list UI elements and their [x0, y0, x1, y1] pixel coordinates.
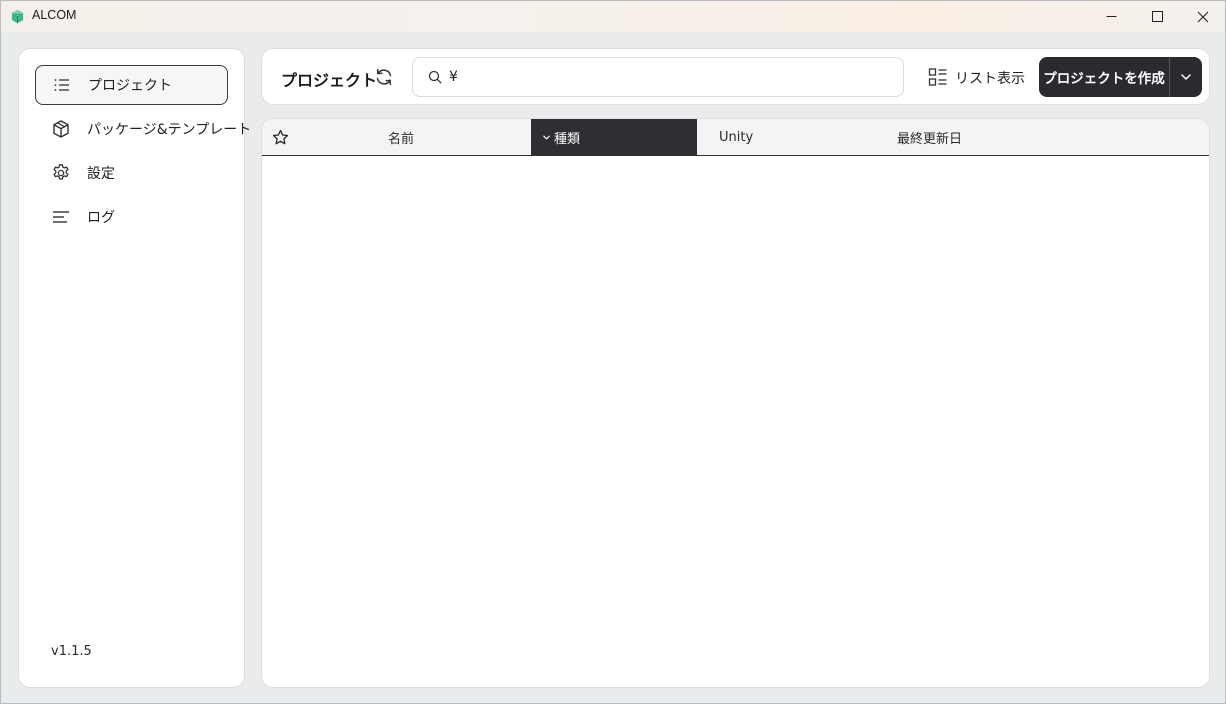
column-header-label: 種類	[554, 131, 581, 147]
list-icon	[52, 75, 72, 95]
search-input[interactable]	[449, 66, 889, 88]
refresh-icon	[376, 68, 392, 86]
search-icon	[428, 70, 442, 84]
view-mode-label: リスト表示	[955, 71, 1025, 87]
star-icon	[272, 129, 288, 144]
app-version: v1.1.5	[51, 644, 92, 659]
sort-desc-icon	[542, 133, 551, 142]
sidebar-item-logs[interactable]: ログ	[35, 197, 228, 237]
sidebar-item-projects[interactable]: プロジェクト	[35, 65, 228, 105]
list-view-icon	[928, 68, 947, 86]
sidebar-item-settings[interactable]: 設定	[35, 153, 228, 193]
column-header-unity[interactable]: Unity	[719, 119, 753, 155]
chevron-down-icon	[1181, 74, 1191, 80]
maximize-icon	[1151, 11, 1163, 22]
package-icon	[51, 119, 71, 139]
maximize-button[interactable]	[1134, 1, 1180, 32]
column-header-name[interactable]: 名前	[388, 119, 414, 155]
title-bar[interactable]: ALCOM	[1, 1, 1225, 32]
column-header-type[interactable]: 種類	[531, 119, 697, 155]
create-project-button[interactable]: プロジェクトを作成	[1039, 57, 1169, 97]
app-logo-icon	[11, 9, 24, 24]
search-box[interactable]	[412, 57, 904, 97]
sidebar-item-label: 設定	[87, 166, 115, 182]
column-header-label: 名前	[388, 131, 415, 147]
sidebar-item-label: パッケージ&テンプレート	[87, 122, 252, 138]
window-title: ALCOM	[32, 8, 77, 22]
create-options-dropdown[interactable]	[1169, 57, 1202, 97]
column-header-favorite[interactable]	[262, 119, 298, 155]
close-icon	[1197, 11, 1209, 22]
view-mode-button[interactable]: リスト表示	[928, 63, 1025, 91]
close-button[interactable]	[1180, 1, 1225, 32]
column-header-last-modified[interactable]: 最終更新日	[897, 119, 962, 155]
toolbar: プロジェクト リスト表示	[261, 48, 1210, 105]
column-header-label: Unity	[719, 129, 754, 145]
minimize-button[interactable]	[1088, 1, 1134, 32]
refresh-button[interactable]	[372, 65, 396, 89]
projects-table: 名前 種類 Unity 最終更新日	[261, 118, 1210, 688]
minimize-icon	[1106, 16, 1116, 17]
app-window: ALCOM プロジェクト パッケージ&テンプレート 設定 ログ v1.1.5 プ…	[0, 0, 1226, 704]
sidebar: プロジェクト パッケージ&テンプレート 設定 ログ v1.1.5	[18, 48, 251, 688]
table-header: 名前 種類 Unity 最終更新日	[262, 119, 1209, 156]
sidebar-item-label: ログ	[87, 210, 115, 226]
log-lines-icon	[51, 207, 71, 227]
gear-icon	[51, 163, 71, 183]
sidebar-item-packages[interactable]: パッケージ&テンプレート	[35, 109, 251, 149]
column-header-label: 最終更新日	[897, 131, 963, 147]
create-project-label: プロジェクトを作成	[1043, 71, 1165, 87]
sidebar-item-label: プロジェクト	[88, 78, 172, 94]
page-title: プロジェクト	[281, 71, 378, 90]
